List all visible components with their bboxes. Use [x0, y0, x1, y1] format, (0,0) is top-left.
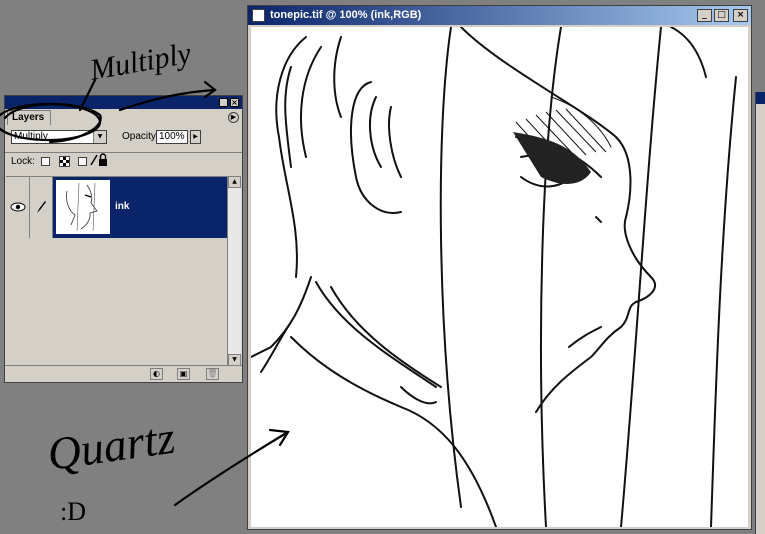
blend-mode-value: Multiply	[14, 131, 48, 142]
document-window: tonepic.tif @ 100% (ink,RGB) _ □ ×	[247, 5, 752, 530]
palette-minimize-button[interactable]: _	[219, 98, 228, 107]
secondary-window-edge	[755, 92, 765, 534]
new-layer-icon[interactable]: ▣	[177, 368, 190, 380]
close-button[interactable]: ×	[733, 9, 748, 22]
opacity-slider-button[interactable]: ▶	[190, 130, 201, 144]
tab-layers[interactable]: Layers	[7, 110, 52, 125]
palette-menu-icon[interactable]: ▶	[228, 112, 239, 123]
layer-thumbnail	[56, 180, 110, 234]
minimize-button[interactable]: _	[697, 9, 712, 22]
tab-layers-label: Layers	[12, 112, 45, 123]
trash-icon[interactable]: 🗑	[206, 368, 219, 380]
opacity-input[interactable]: 100%	[156, 130, 188, 144]
opacity-value: 100%	[159, 131, 185, 142]
palette-titlebar[interactable]: _ ×	[5, 96, 242, 109]
brush-icon[interactable]	[30, 177, 53, 238]
layers-list: ink	[6, 176, 228, 367]
lock-transparency-checkbox[interactable]	[41, 157, 50, 166]
palette-bottom-bar: ◐ ▣ 🗑	[5, 365, 242, 381]
lock-icon[interactable]	[98, 153, 108, 170]
eye-icon[interactable]	[6, 177, 30, 238]
blend-mode-select[interactable]: Multiply ▼	[11, 130, 107, 144]
layers-palette: _ × Layers ▶ Multiply ▼ Opacity: 100% ▶ …	[4, 95, 243, 383]
lock-label: Lock:	[11, 156, 35, 167]
chevron-down-icon[interactable]: ▼	[93, 131, 106, 143]
multiply-note: Multiply	[87, 37, 194, 87]
quartz-note: Quartz	[44, 412, 178, 480]
layers-scrollbar[interactable]: ▲ ▼	[227, 176, 241, 366]
layer-name: ink	[115, 201, 130, 212]
transparency-icon	[59, 156, 70, 167]
image-canvas[interactable]	[251, 27, 748, 527]
maximize-button[interactable]: □	[714, 9, 729, 22]
document-icon	[252, 9, 265, 22]
palette-close-button[interactable]: ×	[230, 98, 239, 107]
lock-image-checkbox[interactable]	[78, 157, 87, 166]
opacity-label: Opacity:	[122, 131, 159, 142]
document-title: tonepic.tif @ 100% (ink,RGB)	[270, 9, 422, 21]
smiley-note: :D	[60, 497, 86, 526]
document-titlebar[interactable]: tonepic.tif @ 100% (ink,RGB) _ □ ×	[248, 6, 751, 25]
layer-row[interactable]: ink	[6, 177, 228, 238]
new-adjustment-icon[interactable]: ◐	[150, 368, 163, 380]
scroll-up-button[interactable]: ▲	[228, 176, 241, 188]
line-art-drawing	[251, 27, 737, 527]
